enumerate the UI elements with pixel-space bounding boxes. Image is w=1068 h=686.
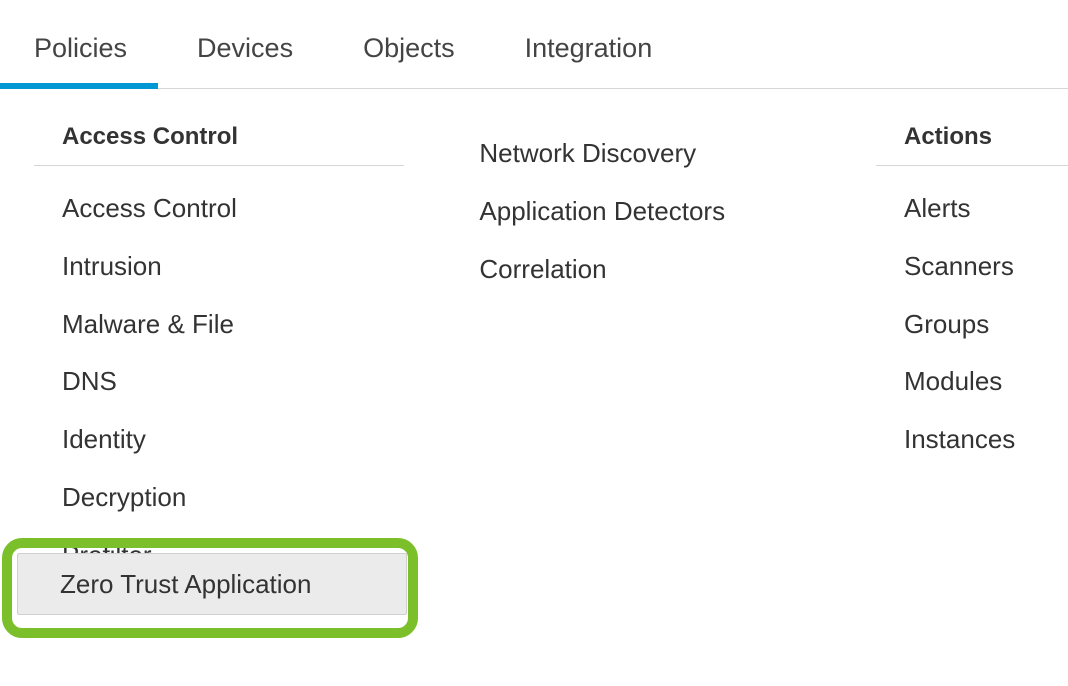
header-actions: Actions xyxy=(876,119,1068,166)
menu-item-zero-trust-application[interactable]: Zero Trust Application xyxy=(17,553,407,615)
tab-integration[interactable]: Integration xyxy=(525,33,653,64)
menu-item-identity[interactable]: Identity xyxy=(34,411,424,469)
menu-item-network-discovery[interactable]: Network Discovery xyxy=(479,125,821,183)
tab-objects[interactable]: Objects xyxy=(363,33,455,64)
top-navigation: Policies Devices Objects Integration xyxy=(0,0,1068,89)
menu-item-modules[interactable]: Modules xyxy=(876,353,1068,411)
menu-item-intrusion[interactable]: Intrusion xyxy=(34,238,424,296)
tab-policies[interactable]: Policies xyxy=(34,33,127,64)
menu-item-scanners[interactable]: Scanners xyxy=(876,238,1068,296)
column-actions: Actions Alerts Scanners Groups Modules I… xyxy=(876,119,1068,585)
menu-item-zero-trust-application-label: Zero Trust Application xyxy=(60,569,311,600)
menu-item-access-control[interactable]: Access Control xyxy=(34,180,424,238)
policies-dropdown-panel: Access Control Access Control Intrusion … xyxy=(0,89,1068,585)
column-access-control: Access Control Access Control Intrusion … xyxy=(34,119,424,585)
menu-item-correlation[interactable]: Correlation xyxy=(479,241,821,299)
menu-item-decryption[interactable]: Decryption xyxy=(34,469,424,527)
menu-item-malware-file[interactable]: Malware & File xyxy=(34,296,424,354)
menu-item-instances[interactable]: Instances xyxy=(876,411,1068,469)
header-access-control: Access Control xyxy=(34,119,404,166)
menu-item-application-detectors[interactable]: Application Detectors xyxy=(479,183,821,241)
menu-item-alerts[interactable]: Alerts xyxy=(876,180,1068,238)
tab-devices[interactable]: Devices xyxy=(197,33,293,64)
menu-item-groups[interactable]: Groups xyxy=(876,296,1068,354)
column-middle: Network Discovery Application Detectors … xyxy=(479,125,821,585)
menu-item-dns[interactable]: DNS xyxy=(34,353,424,411)
